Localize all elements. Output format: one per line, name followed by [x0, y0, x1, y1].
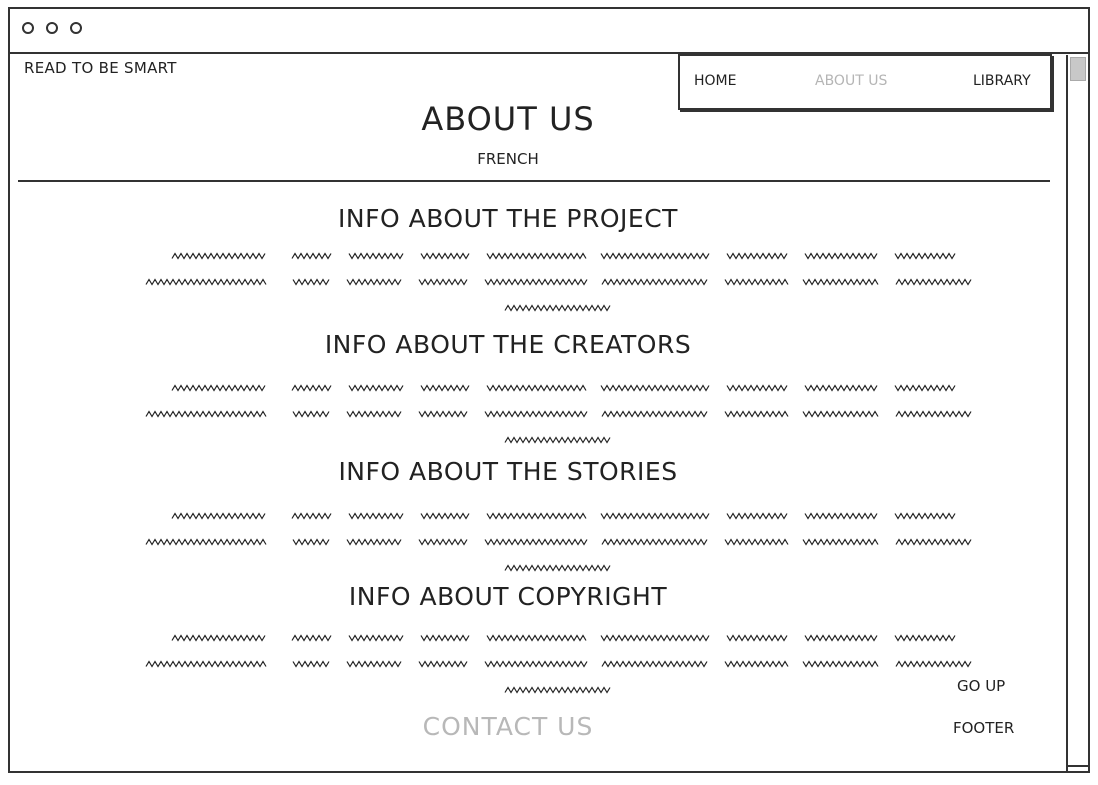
header-divider — [18, 180, 1050, 182]
placeholder-text-block — [0, 504, 1016, 580]
section-title-creators: INFO ABOUT THE CREATORS — [324, 330, 692, 359]
placeholder-text-block — [0, 244, 1016, 320]
window-titlebar — [10, 9, 1088, 54]
section-title-project: INFO ABOUT THE PROJECT — [338, 204, 678, 233]
squiggle-line — [171, 634, 956, 642]
squiggle-line — [145, 538, 972, 546]
squiggle-line — [504, 686, 611, 694]
scrollbar-end — [1068, 765, 1088, 771]
squiggle-line — [504, 436, 611, 444]
squiggle-lines — [145, 634, 972, 694]
squiggle-lines — [145, 252, 972, 312]
squiggle-line — [145, 410, 972, 418]
section-title-stories: INFO ABOUT THE STORIES — [338, 457, 678, 486]
squiggle-line — [171, 252, 956, 260]
nav-item-home[interactable]: HOME — [694, 73, 736, 89]
placeholder-text-block — [0, 376, 1016, 452]
go-up-link[interactable]: GO UP — [957, 677, 1005, 695]
window-control-dot[interactable] — [46, 22, 58, 34]
scrollbar-thumb[interactable] — [1070, 57, 1086, 81]
contact-us-link[interactable]: CONTACT US — [0, 712, 1016, 741]
page-subtitle: FRENCH — [477, 150, 539, 168]
page-title: ABOUT US — [421, 100, 595, 138]
squiggle-line — [504, 564, 611, 572]
squiggle-lines — [145, 384, 972, 444]
squiggle-lines — [145, 512, 972, 572]
placeholder-text-block — [0, 626, 1016, 702]
squiggle-line — [171, 512, 956, 520]
squiggle-line — [504, 304, 611, 312]
footer-label: FOOTER — [953, 719, 1015, 737]
section-title-copyright: INFO ABOUT COPYRIGHT — [348, 582, 668, 611]
squiggle-line — [171, 384, 956, 392]
vertical-scrollbar[interactable] — [1066, 55, 1088, 771]
window-control-dot[interactable] — [22, 22, 34, 34]
squiggle-line — [145, 278, 972, 286]
site-brand[interactable]: READ TO BE SMART — [24, 59, 177, 77]
nav-item-about-us[interactable]: ABOUT US — [815, 73, 887, 89]
nav-item-library[interactable]: LIBRARY — [973, 73, 1031, 89]
squiggle-line — [145, 660, 972, 668]
window-control-dot[interactable] — [70, 22, 82, 34]
